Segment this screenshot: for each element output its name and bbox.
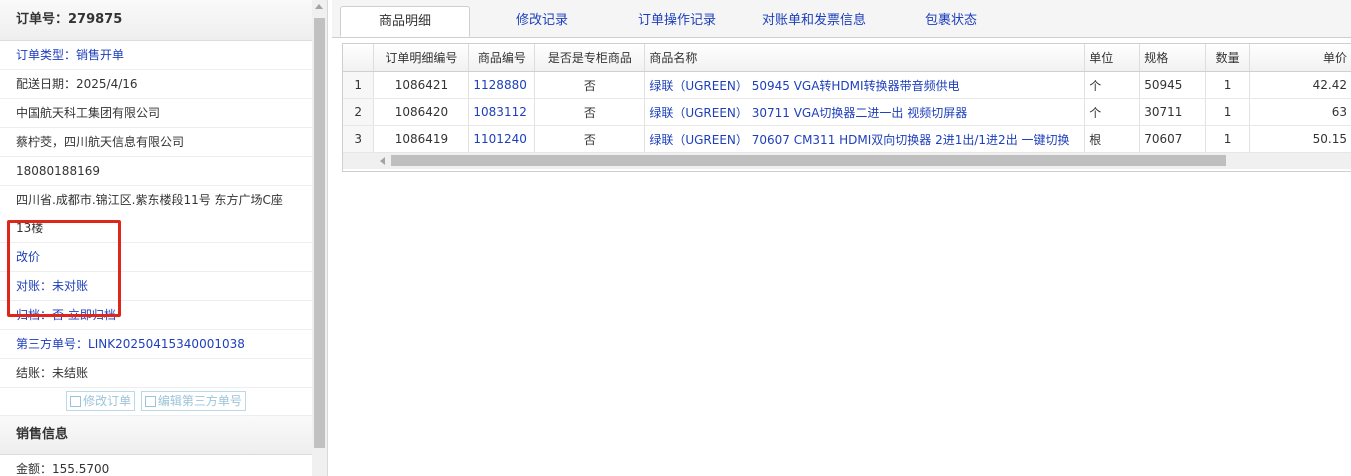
scroll-up-icon[interactable] [315,4,323,9]
spec: 70607 [1139,125,1207,153]
edit-icon [70,396,82,407]
spec: 50945 [1139,71,1207,99]
detail-id: 1086420 [373,98,470,126]
unit: 个 [1084,98,1141,126]
col-rownum [343,44,375,72]
company-name: 中国航天科工集团有限公司 [0,99,312,128]
quantity: 1 [1205,71,1251,99]
col-price[interactable]: 单价 [1249,44,1351,72]
unit-price: 50.15 [1249,125,1351,153]
product-id-link[interactable]: 1083112 [468,98,536,126]
counter-flag: 否 [534,98,646,126]
change-price-link[interactable]: 改价 [0,243,312,272]
product-table: 订单明细编号 商品编号 是否是专柜商品 商品名称 单位 规格 数量 单价 1 1… [343,44,1351,153]
scroll-left-icon[interactable] [380,157,385,165]
third-party-number[interactable]: LINK20250415340001038 [88,337,245,351]
sales-info-header: 销售信息 [0,416,312,455]
table-row[interactable]: 2 1086420 1083112 否 绿联（UGREEN） 30711 VGA… [343,98,1351,126]
archive-now-link[interactable]: 否 立即归档 [52,308,116,322]
unit-price: 42.42 [1249,71,1351,99]
edit-third-party-button[interactable]: 编辑第三方单号 [140,391,246,411]
order-type-row: 订单类型：销售开单 [0,41,312,70]
delivery-address: 四川省.成都市.锦江区.紫东楼段11号 东方广场C座13楼 [0,186,312,243]
col-product-name[interactable]: 商品名称 [644,44,1086,72]
delivery-date: 配送日期：2025/4/16 [0,70,312,99]
reconcile-label: 对账： [16,279,53,293]
left-scrollbar[interactable] [312,0,327,476]
sales-amount: 金额：155.5700 [0,455,312,476]
col-detail-id[interactable]: 订单明细编号 [373,44,470,72]
unit-price: 63 [1249,98,1351,126]
order-type-label: 订单类型： [16,48,77,62]
unit: 根 [1084,125,1141,153]
product-id-link[interactable]: 1128880 [468,71,536,99]
col-counter[interactable]: 是否是专柜商品 [534,44,646,72]
detail-id: 1086421 [373,71,470,99]
counter-flag: 否 [534,71,646,99]
col-spec[interactable]: 规格 [1139,44,1207,72]
row-number: 3 [343,125,375,153]
order-actions: 修改订单 编辑第三方单号 [0,388,312,416]
spec: 30711 [1139,98,1207,126]
product-grid: 订单明细编号 商品编号 是否是专柜商品 商品名称 单位 规格 数量 单价 1 1… [342,43,1351,172]
tab-invoice-info[interactable]: 对账单和发票信息 [746,6,882,37]
table-row[interactable]: 1 1086421 1128880 否 绿联（UGREEN） 50945 VGA… [343,71,1351,99]
table-row[interactable]: 3 1086419 1101240 否 绿联（UGREEN） 70607 CM3… [343,125,1351,153]
phone-number: 18080188169 [0,157,312,186]
detail-id: 1086419 [373,125,470,153]
order-type-value[interactable]: 销售开单 [76,48,124,62]
table-header: 订单明细编号 商品编号 是否是专柜商品 商品名称 单位 规格 数量 单价 [343,44,1351,72]
quantity: 1 [1205,125,1251,153]
contact-info: 蔡柠茭，四川航天信息有限公司 [0,128,312,157]
h-scrollbar-thumb[interactable] [391,155,1226,166]
tab-operation-log[interactable]: 订单操作记录 [612,6,742,37]
edit-third-party-label: 编辑第三方单号 [157,394,242,408]
tab-package-status[interactable]: 包裹状态 [888,6,1014,37]
product-name-link[interactable]: 绿联（UGREEN） 50945 VGA转HDMI转换器带音频供电 [644,71,1086,99]
product-id-link[interactable]: 1101240 [468,125,536,153]
edit-order-label: 修改订单 [83,394,132,408]
order-info-panel: 订单号：279875 订单类型：销售开单 配送日期：2025/4/16 中国航天… [0,0,328,476]
archive-label: 归档： [16,308,53,322]
row-number: 1 [343,71,375,99]
tab-change-log[interactable]: 修改记录 [482,6,602,37]
reconcile-row: 对账：未对账 [0,272,312,301]
edit-icon [144,396,156,407]
reconcile-status[interactable]: 未对账 [52,279,88,293]
settle-status: 结账：未结账 [0,359,312,388]
horizontal-scrollbar[interactable] [343,152,1351,169]
third-party-row: 第三方单号：LINK20250415340001038 [0,330,312,359]
scrollbar-thumb[interactable] [314,18,325,448]
order-number-header: 订单号：279875 [0,0,312,41]
third-party-label: 第三方单号： [16,337,89,351]
tab-product-detail[interactable]: 商品明细 [340,6,470,37]
counter-flag: 否 [534,125,646,153]
col-product-id[interactable]: 商品编号 [468,44,536,72]
detail-panel: 商品明细 修改记录 订单操作记录 对账单和发票信息 包裹状态 订单明细编号 商品… [332,0,1351,476]
tab-bar: 商品明细 修改记录 订单操作记录 对账单和发票信息 包裹状态 [332,0,1351,38]
col-unit[interactable]: 单位 [1084,44,1141,72]
edit-order-button[interactable]: 修改订单 [66,391,136,411]
quantity: 1 [1205,98,1251,126]
col-qty[interactable]: 数量 [1205,44,1251,72]
product-name-link[interactable]: 绿联（UGREEN） 30711 VGA切换器二进一出 视频切屏器 [644,98,1086,126]
row-number: 2 [343,98,375,126]
archive-row: 归档：否 立即归档 [0,301,312,330]
product-name-link[interactable]: 绿联（UGREEN） 70607 CM311 HDMI双向切换器 2进1出/1进… [644,125,1086,153]
unit: 个 [1084,71,1141,99]
